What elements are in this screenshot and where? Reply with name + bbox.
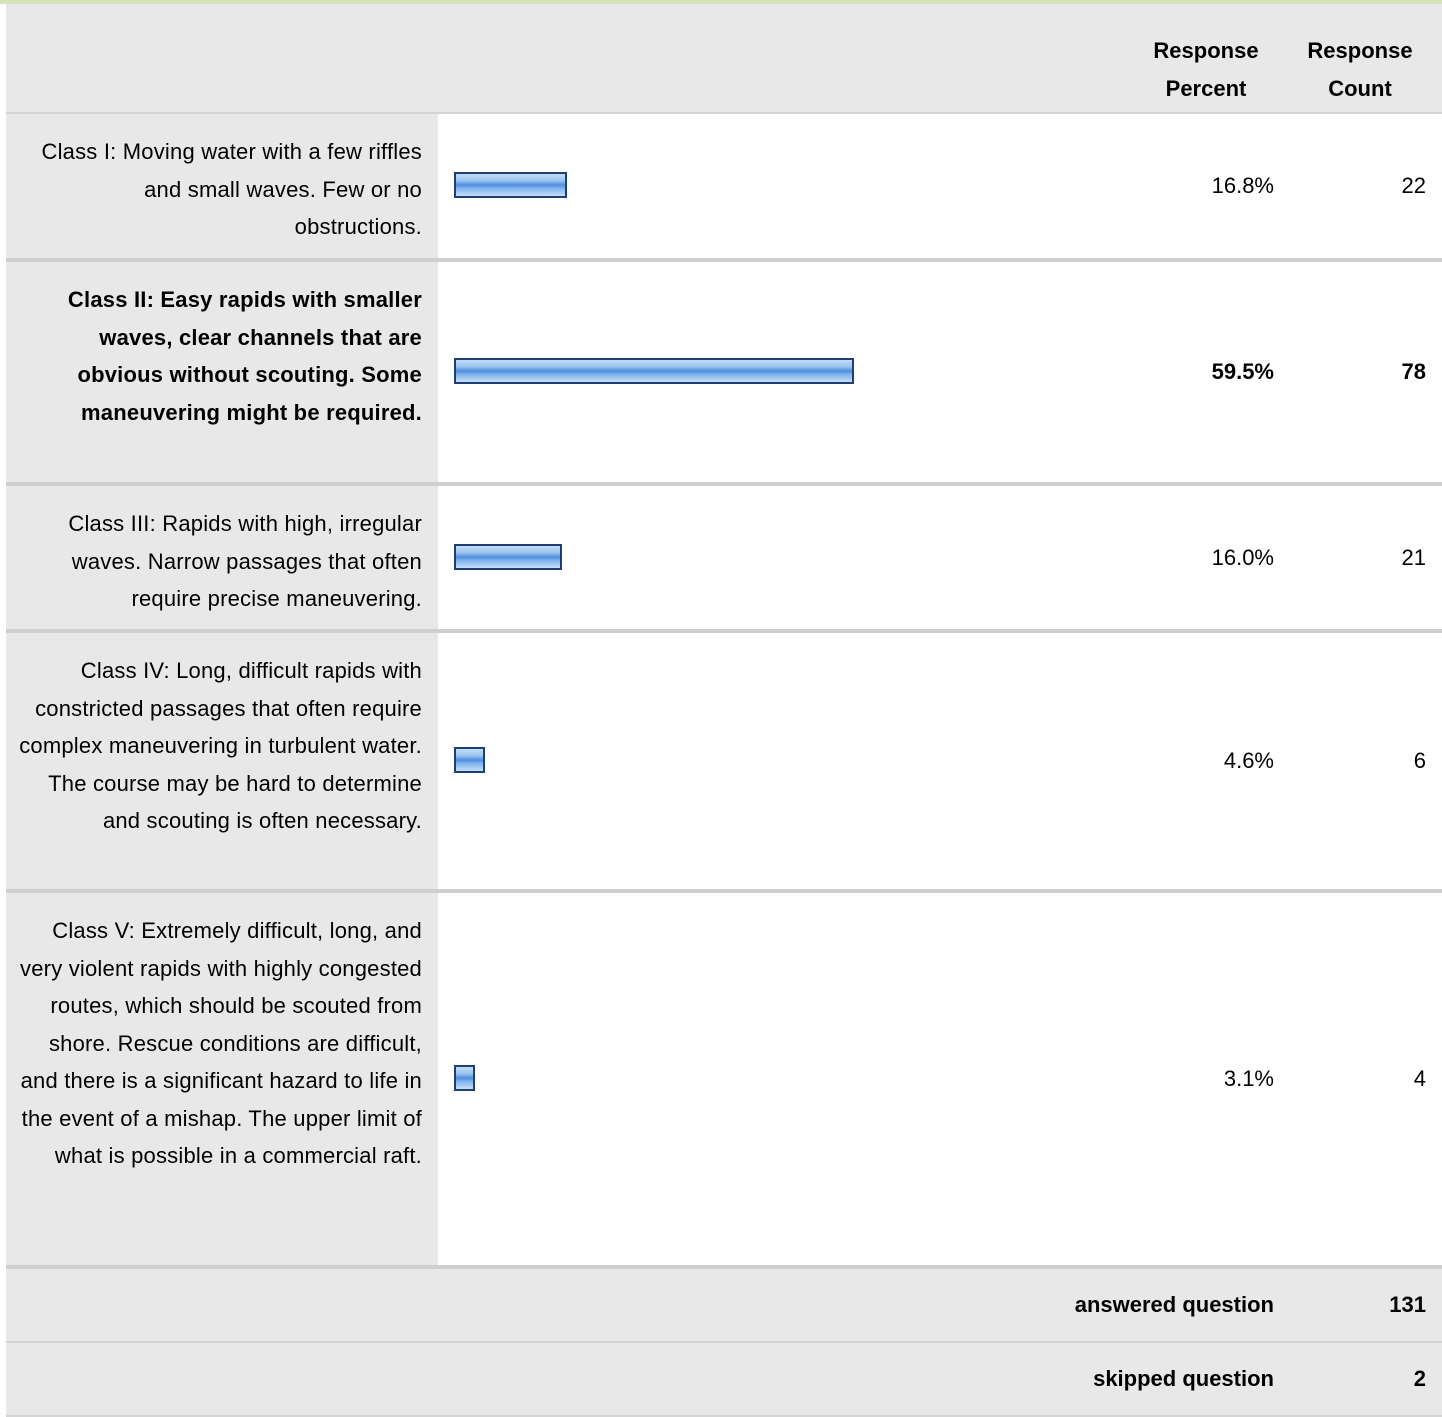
response-bar [454, 1065, 475, 1091]
answered-question-count: 131 [1389, 1292, 1426, 1317]
answer-label: Class III: Rapids with high, irregular w… [6, 486, 438, 629]
answer-label: Class IV: Long, difficult rapids with co… [6, 633, 438, 889]
table-header: Response Percent Response Count [6, 4, 1442, 114]
answered-question-label: answered question [1074, 1292, 1274, 1317]
table-row: Class V: Extremely difficult, long, and … [6, 893, 1442, 1265]
table-row: Class III: Rapids with high, irregular w… [6, 486, 1442, 633]
table-row: Class II: Easy rapids with smaller waves… [6, 262, 1442, 486]
response-bar [454, 358, 854, 384]
response-bar [454, 172, 567, 198]
header-response-count: Response Count [1307, 38, 1413, 101]
response-count: 78 [1401, 359, 1426, 384]
response-count: 6 [1413, 748, 1426, 773]
response-percent: 16.0% [1211, 544, 1274, 570]
response-count: 4 [1413, 1066, 1426, 1091]
response-bar [454, 747, 485, 773]
table-row: Class IV: Long, difficult rapids with co… [6, 633, 1442, 893]
answer-bar-cell: 16.0% 21 [438, 486, 1442, 629]
response-table: Response Percent Response Count Class I:… [0, 4, 1442, 1417]
response-percent: 59.5% [1211, 359, 1274, 384]
skipped-question-row: skipped question 2 [6, 1343, 1442, 1417]
answer-label: Class V: Extremely difficult, long, and … [6, 893, 438, 1265]
response-percent: 3.1% [1223, 1066, 1274, 1091]
answer-bar-cell: 4.6% 6 [438, 633, 1442, 889]
response-percent: 16.8% [1211, 173, 1274, 198]
response-count: 21 [1401, 544, 1426, 570]
skipped-question-label: skipped question [1093, 1366, 1274, 1391]
skipped-question-count: 2 [1413, 1366, 1426, 1391]
answer-bar-cell: 3.1% 4 [438, 893, 1442, 1265]
answer-label: Class I: Moving water with a few riffles… [6, 114, 438, 258]
header-response-percent: Response Percent [1153, 38, 1259, 101]
answer-label: Class II: Easy rapids with smaller waves… [6, 262, 438, 482]
answer-bar-cell: 16.8% 22 [438, 114, 1442, 258]
response-percent: 4.6% [1223, 748, 1274, 773]
answered-question-row: answered question 131 [6, 1265, 1442, 1343]
response-count: 22 [1401, 173, 1426, 198]
table-row: Class I: Moving water with a few riffles… [6, 114, 1442, 262]
answer-bar-cell: 59.5% 78 [438, 262, 1442, 482]
response-bar [454, 543, 562, 570]
